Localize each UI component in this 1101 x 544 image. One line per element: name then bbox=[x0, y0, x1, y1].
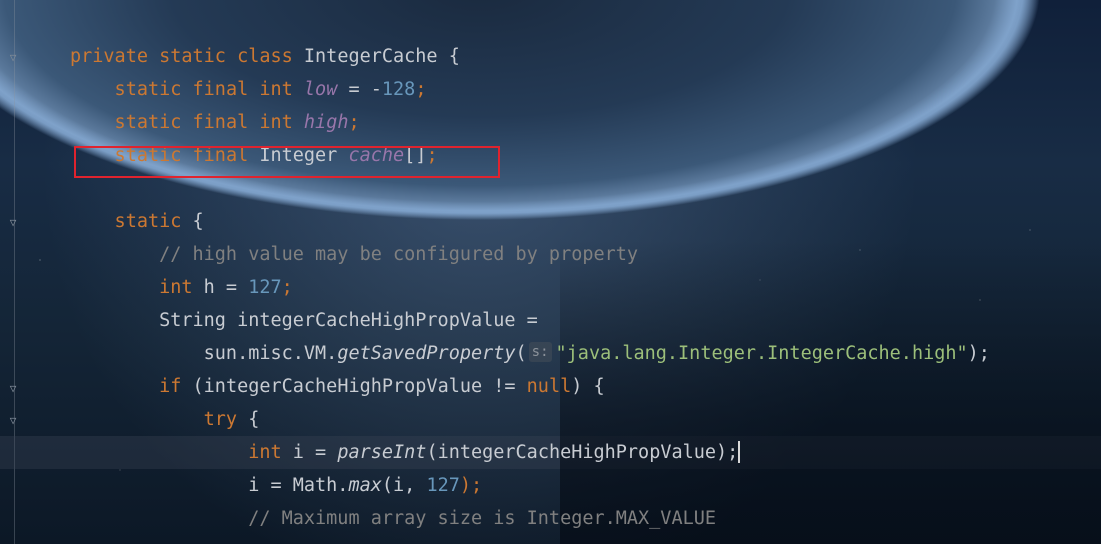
parameter-hint: s: bbox=[528, 342, 552, 362]
code-token: // Maximum array size is Integer.MAX_VAL… bbox=[70, 508, 717, 529]
code-token: 128 bbox=[381, 79, 416, 100]
text-cursor bbox=[738, 441, 741, 463]
code-line-static-block[interactable]: static { bbox=[70, 205, 204, 238]
code-token: try bbox=[70, 409, 249, 430]
code-token: int bbox=[70, 442, 293, 463]
code-token: ; bbox=[281, 277, 293, 298]
code-token: (integerCacheHighPropValue != bbox=[192, 376, 527, 397]
code-token: class bbox=[237, 46, 304, 67]
code-token: IntegerCache { bbox=[303, 46, 460, 67]
code-token: ); bbox=[459, 475, 483, 496]
code-token: if bbox=[70, 376, 193, 397]
code-line-comment-high[interactable]: // high value may be configured by prope… bbox=[70, 238, 638, 271]
code-token: static bbox=[70, 112, 193, 133]
code-token: // high value may be configured by prope… bbox=[70, 244, 639, 265]
annotation-highlight-box bbox=[74, 146, 500, 178]
fold-marker-icon[interactable]: ▽ bbox=[7, 217, 19, 229]
code-token: getSavedProperty bbox=[337, 343, 516, 364]
code-token: static bbox=[70, 211, 193, 232]
code-line-if-not-null[interactable]: if (integerCacheHighPropValue != null) { bbox=[70, 370, 605, 403]
code-line-string-decl[interactable]: String integerCacheHighPropValue = bbox=[70, 304, 538, 337]
code-token: h = bbox=[203, 277, 249, 298]
code-token: (integerCacheHighPropValue); bbox=[426, 442, 739, 463]
code-token: high bbox=[303, 112, 349, 133]
code-token: 127 bbox=[426, 475, 460, 496]
code-token: String integerCacheHighPropValue = bbox=[70, 310, 538, 331]
code-token: 127 bbox=[248, 277, 282, 298]
code-token: sun.misc.VM. bbox=[70, 343, 338, 364]
code-token: int bbox=[259, 112, 304, 133]
code-token: final bbox=[192, 112, 260, 133]
code-line-try[interactable]: try { bbox=[70, 403, 260, 436]
code-line-math-max[interactable]: i = Math.max(i, 127); bbox=[70, 469, 482, 502]
code-token: ) { bbox=[571, 376, 605, 397]
code-token: ; bbox=[348, 112, 360, 133]
fold-marker-icon[interactable]: ▽ bbox=[7, 383, 19, 395]
code-token: i = bbox=[292, 442, 338, 463]
code-token: "java.lang.Integer.IntegerCache.high" bbox=[555, 343, 968, 364]
code-line-comment-max[interactable]: // Maximum array size is Integer.MAX_VAL… bbox=[70, 502, 716, 535]
code-line-class-decl[interactable]: private static class IntegerCache { bbox=[70, 40, 460, 73]
code-token: = - bbox=[337, 79, 382, 100]
code-token: i = Math. bbox=[70, 475, 349, 496]
code-token: static bbox=[70, 79, 193, 100]
code-token: (i, bbox=[381, 475, 427, 496]
code-token: low bbox=[303, 79, 338, 100]
code-line-parse-int[interactable]: int i = parseInt(integerCacheHighPropVal… bbox=[70, 436, 741, 469]
code-token: { bbox=[248, 409, 260, 430]
code-token: int bbox=[70, 277, 204, 298]
fold-marker-icon[interactable]: ▽ bbox=[7, 52, 19, 64]
code-token: int bbox=[259, 79, 304, 100]
code-token: static bbox=[159, 46, 238, 67]
code-token: ; bbox=[415, 79, 427, 100]
code-line-field-low[interactable]: static final int low = -128; bbox=[70, 73, 427, 106]
code-line-int-h[interactable]: int h = 127; bbox=[70, 271, 293, 304]
code-token: null bbox=[526, 376, 572, 397]
code-token: max bbox=[348, 475, 382, 496]
code-line-field-high[interactable]: static final int high; bbox=[70, 106, 360, 139]
fold-marker-icon[interactable]: ▽ bbox=[7, 415, 19, 427]
code-token: parseInt bbox=[337, 442, 427, 463]
code-editor[interactable]: ▽ ▽ ▽ ▽ private static class IntegerCach… bbox=[0, 0, 1101, 544]
code-token: ( bbox=[515, 343, 527, 364]
code-line-get-saved-property[interactable]: sun.misc.VM.getSavedProperty(s: "java.lan… bbox=[70, 337, 990, 370]
code-token: private bbox=[70, 46, 160, 67]
code-token: final bbox=[192, 79, 260, 100]
code-token: ); bbox=[967, 343, 990, 364]
code-token: { bbox=[192, 211, 204, 232]
